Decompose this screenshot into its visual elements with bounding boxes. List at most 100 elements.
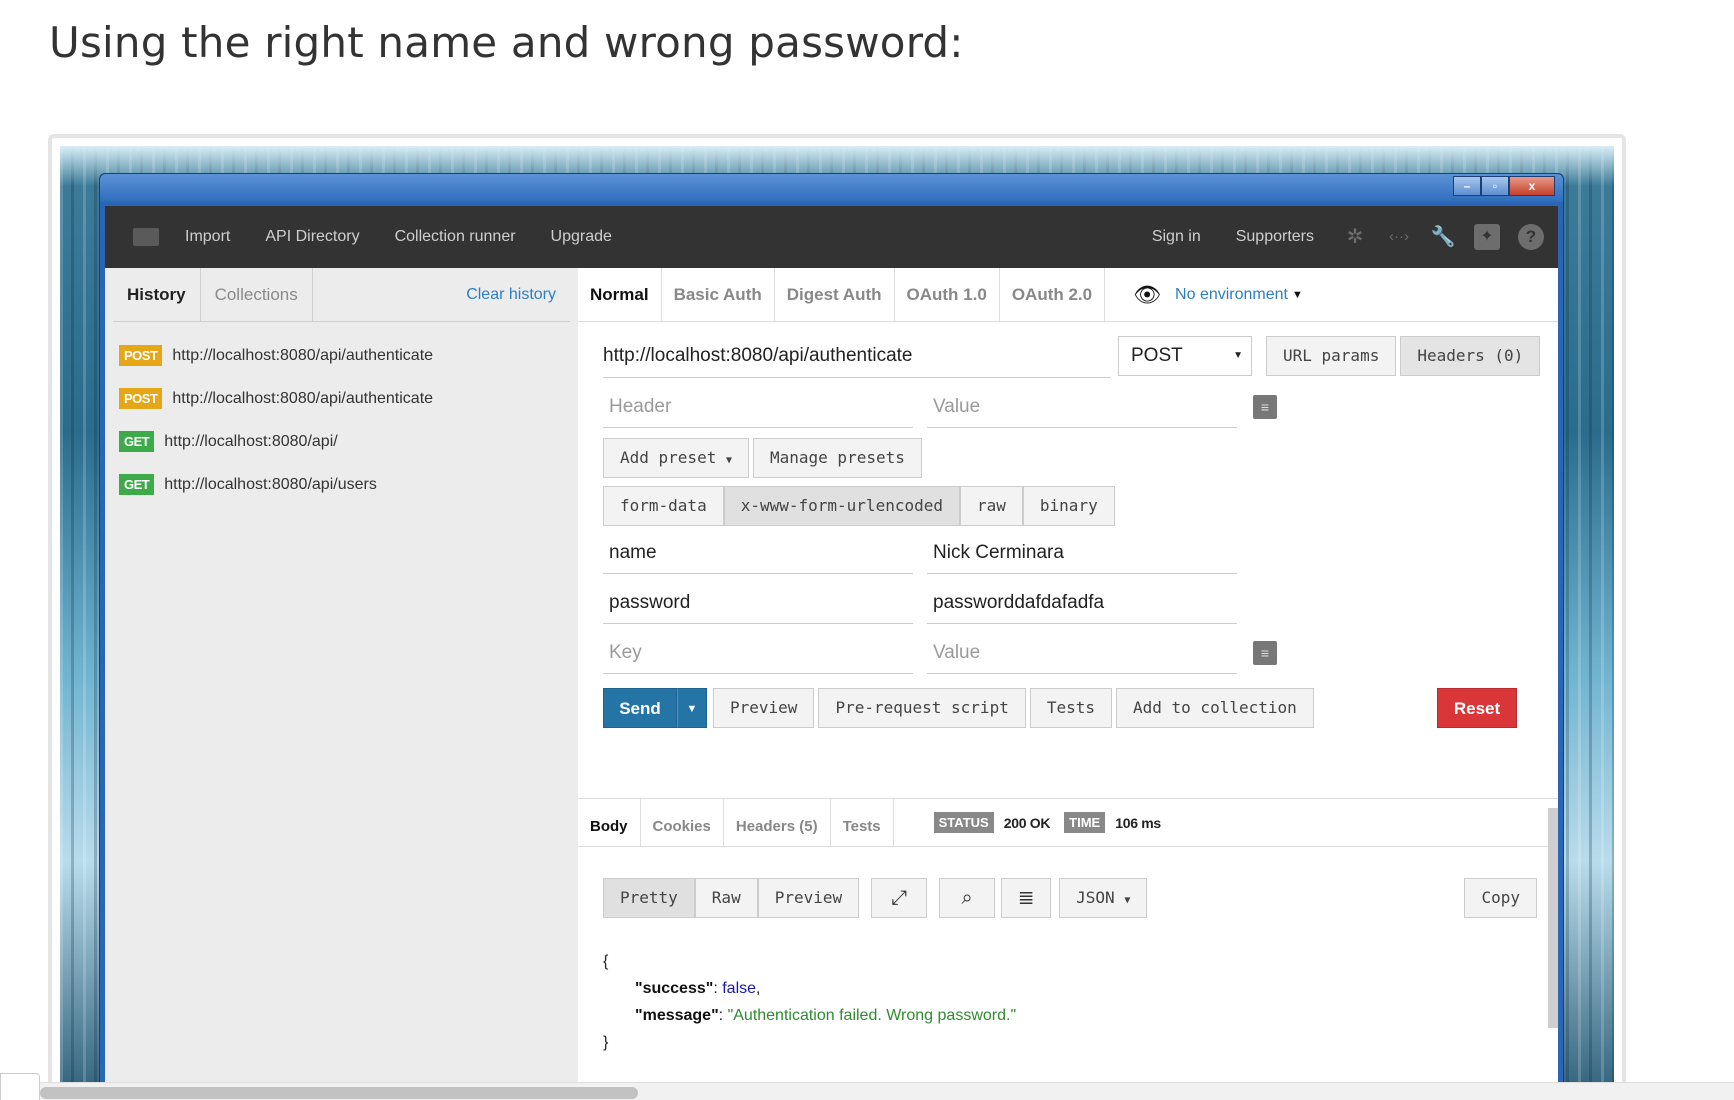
sign-in-link[interactable]: Sign in: [1152, 228, 1201, 246]
copy-button[interactable]: Copy: [1464, 878, 1537, 918]
history-item[interactable]: GET http://localhost:8080/api/users: [105, 463, 578, 506]
wrench-icon[interactable]: 🔧: [1430, 224, 1456, 250]
param-value-input[interactable]: Value: [927, 632, 1237, 674]
body-type-binary[interactable]: binary: [1022, 486, 1115, 526]
url-input[interactable]: [603, 334, 1111, 378]
window-titlebar[interactable]: – ▫ x: [100, 174, 1563, 202]
chevron-down-icon: ▼: [1124, 895, 1131, 906]
header-value-input[interactable]: Value: [927, 386, 1237, 428]
send-button[interactable]: Send: [603, 688, 677, 728]
page-horizontal-scrollbar[interactable]: [0, 1073, 1734, 1100]
tab-tests[interactable]: Tests: [831, 799, 894, 846]
method-badge: POST: [119, 388, 163, 409]
tab-digest-auth[interactable]: Digest Auth: [775, 268, 895, 321]
chevron-down-icon: ▼: [725, 455, 732, 466]
json-value: false: [722, 980, 757, 997]
history-url: http://localhost:8080/api/users: [164, 475, 377, 493]
supporters-link[interactable]: Supporters: [1236, 228, 1314, 246]
top-navbar: Import API Directory Collection runner U…: [105, 206, 1558, 268]
param-value-input[interactable]: Nick Cerminara: [927, 532, 1237, 574]
body-type-selector: form-data x-www-form-urlencoded raw bina…: [603, 486, 1115, 526]
method-select[interactable]: POST ▼: [1118, 336, 1252, 376]
bulk-edit-icon[interactable]: ≡: [1253, 641, 1277, 665]
tab-basic-auth[interactable]: Basic Auth: [662, 268, 775, 321]
clear-history-link[interactable]: Clear history: [452, 268, 570, 321]
view-raw[interactable]: Raw: [694, 878, 758, 918]
preset-row: Add preset ▼ Manage presets: [603, 438, 926, 478]
add-to-collection-button[interactable]: Add to collection: [1116, 688, 1314, 728]
scrollbar-thumb[interactable]: [40, 1087, 638, 1099]
history-url: http://localhost:8080/api/authenticate: [172, 389, 434, 407]
nav-import[interactable]: Import: [185, 228, 230, 246]
param-value-input[interactable]: passworddafdafadfa: [927, 582, 1237, 624]
header-key-input[interactable]: Header: [603, 386, 913, 428]
format-select[interactable]: JSON ▼: [1059, 878, 1148, 918]
close-button[interactable]: x: [1509, 176, 1555, 196]
tests-button[interactable]: Tests: [1029, 688, 1112, 728]
param-key-input[interactable]: Key: [603, 632, 913, 674]
minimize-button[interactable]: –: [1453, 176, 1481, 196]
time-label: TIME: [1064, 812, 1106, 833]
nav-api-directory[interactable]: API Directory: [265, 228, 359, 246]
code-icon[interactable]: ‹··›: [1386, 224, 1412, 250]
response-scrollbar[interactable]: [1548, 808, 1558, 1028]
view-pretty[interactable]: Pretty: [603, 878, 695, 918]
tab-history[interactable]: History: [113, 268, 201, 321]
pre-request-script-button[interactable]: Pre-request script: [818, 688, 1026, 728]
json-value: "Authentication failed. Wrong password.": [727, 1007, 1017, 1024]
history-item[interactable]: POST http://localhost:8080/api/authentic…: [105, 334, 578, 377]
chevron-down-icon: ▼: [1292, 288, 1303, 301]
tab-oauth-2[interactable]: OAuth 2.0: [1000, 268, 1106, 321]
app-area: Import API Directory Collection runner U…: [105, 206, 1558, 1100]
body-type-raw[interactable]: raw: [960, 486, 1023, 526]
send-group: Send ▼: [603, 688, 707, 728]
param-row: name Nick Cerminara: [603, 532, 1237, 574]
sidebar-toggle-icon[interactable]: [133, 228, 159, 246]
url-params-button[interactable]: URL params: [1266, 336, 1397, 376]
nav-collection-runner[interactable]: Collection runner: [395, 228, 516, 246]
auth-tabs: Normal Basic Auth Digest Auth OAuth 1.0 …: [578, 268, 1558, 322]
json-key: "success": [635, 980, 714, 997]
eye-icon[interactable]: 👁: [1133, 282, 1161, 308]
select-caret-icon: ▼: [1233, 350, 1243, 361]
history-item[interactable]: POST http://localhost:8080/api/authentic…: [105, 377, 578, 420]
headers-button[interactable]: Headers (0): [1400, 336, 1541, 376]
twitter-icon[interactable]: ✦: [1474, 224, 1500, 250]
nav-upgrade[interactable]: Upgrade: [551, 228, 612, 246]
fullscreen-icon[interactable]: ⤢: [871, 878, 928, 918]
json-key: "message": [635, 1007, 719, 1024]
url-row: POST ▼ URL params Headers (0): [603, 334, 1541, 378]
tab-collections[interactable]: Collections: [201, 268, 313, 321]
view-preview[interactable]: Preview: [757, 878, 860, 918]
send-options-caret-icon[interactable]: ▼: [677, 688, 707, 728]
wrap-lines-icon[interactable]: ≣: [1001, 878, 1052, 918]
tab-body[interactable]: Body: [578, 799, 641, 846]
reset-button[interactable]: Reset: [1437, 688, 1517, 728]
environment-selector[interactable]: 👁 No environment ▼: [1133, 268, 1303, 321]
body-type-form-data[interactable]: form-data: [603, 486, 724, 526]
window-controls: – ▫ x: [1453, 176, 1555, 196]
tab-oauth-1[interactable]: OAuth 1.0: [895, 268, 1000, 321]
tab-headers[interactable]: Headers (5): [724, 799, 831, 846]
status-label: STATUS: [933, 812, 994, 833]
tab-cookies[interactable]: Cookies: [641, 799, 724, 846]
body-type-urlencoded[interactable]: x-www-form-urlencoded: [723, 486, 960, 526]
history-item[interactable]: GET http://localhost:8080/api/: [105, 420, 578, 463]
bulk-edit-icon[interactable]: ≡: [1253, 395, 1277, 419]
interceptor-icon[interactable]: ✲: [1342, 224, 1368, 250]
maximize-button[interactable]: ▫: [1481, 176, 1509, 196]
param-key-input[interactable]: password: [603, 582, 913, 624]
manage-presets-button[interactable]: Manage presets: [753, 438, 922, 478]
param-row-empty: Key Value ≡: [603, 632, 1277, 674]
help-icon[interactable]: ?: [1518, 224, 1544, 250]
search-icon[interactable]: ⌕: [939, 878, 996, 918]
method-badge: GET: [119, 474, 155, 495]
add-preset-button[interactable]: Add preset ▼: [603, 438, 749, 478]
format-label: JSON: [1076, 888, 1115, 907]
add-preset-label: Add preset: [620, 448, 717, 467]
preview-button[interactable]: Preview: [713, 688, 815, 728]
method-select-value: POST: [1131, 345, 1183, 366]
param-key-input[interactable]: name: [603, 532, 913, 574]
tab-normal[interactable]: Normal: [578, 268, 662, 321]
history-url: http://localhost:8080/api/authenticate: [172, 346, 434, 364]
